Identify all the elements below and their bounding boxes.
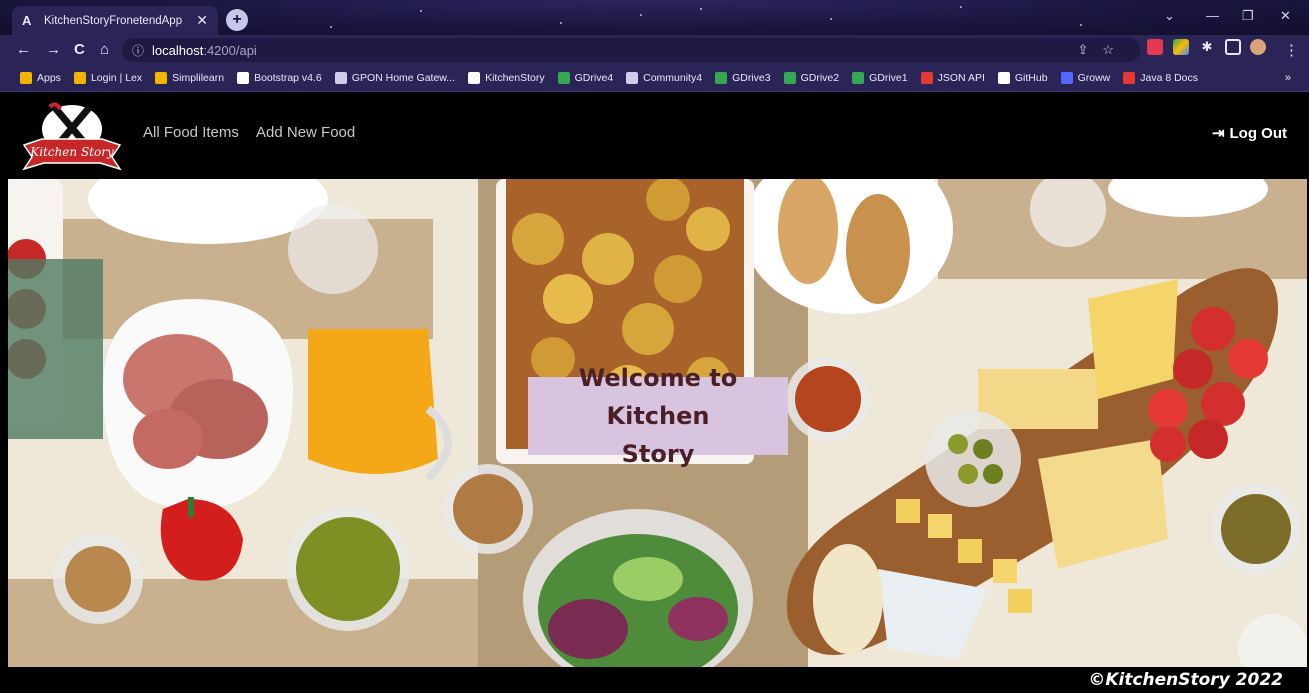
- bookmark-label: Login | Lex: [90, 72, 143, 84]
- url-host: localhost: [152, 42, 204, 58]
- bookmark-label: GDrive3: [732, 72, 771, 84]
- bookmark-item[interactable]: Login | Lex: [73, 72, 143, 84]
- oracle-icon: [1123, 72, 1136, 84]
- app-footer: ©KitchenStory 2022: [0, 667, 1309, 693]
- bookmark-label: Bootstrap v4.6: [254, 72, 322, 84]
- groww-icon: [1060, 72, 1073, 84]
- site-info-icon[interactable]: ⓘ: [132, 42, 144, 59]
- bookmark-item[interactable]: GDrive1: [852, 72, 908, 84]
- bookmark-item[interactable]: Java 8 Docs: [1123, 72, 1198, 84]
- minimize-button[interactable]: —: [1206, 8, 1219, 23]
- bookmark-label: JSON API: [937, 72, 985, 84]
- json-icon: [920, 72, 933, 84]
- extension-drive-icon[interactable]: [1173, 39, 1189, 55]
- bookmark-item[interactable]: GPON Home Gatew...: [334, 72, 456, 84]
- share-and-bookmark-icons[interactable]: ⇪☆: [1077, 42, 1128, 58]
- tab-title: KitchenStoryFronetendApp: [44, 14, 183, 27]
- bookmark-item[interactable]: JSON API: [920, 72, 985, 84]
- nav-add-new-food[interactable]: Add New Food: [256, 124, 355, 141]
- bookmark-label: Groww: [1077, 72, 1111, 84]
- bookmark-label: Community4: [643, 72, 703, 84]
- hero-banner: Welcome to Kitchen Story: [8, 179, 1307, 667]
- bookmark-item[interactable]: GDrive2: [783, 72, 840, 84]
- angular-icon: A: [22, 13, 32, 28]
- forward-arrow-icon[interactable]: →: [46, 41, 61, 58]
- bookmark-label: GitHub: [1014, 72, 1048, 84]
- bookmark-item[interactable]: Groww: [1060, 72, 1111, 84]
- github-icon: [997, 72, 1010, 84]
- bookmark-item[interactable]: GDrive4: [557, 72, 614, 84]
- tab-search-icon[interactable]: ⌄: [1164, 8, 1175, 24]
- address-bar[interactable]: ⓘ localhost :4200/api ⇪☆: [122, 38, 1140, 62]
- logout-button[interactable]: ⇥ Log Out: [1211, 124, 1287, 143]
- bookmark-label: KitchenStory: [485, 72, 545, 84]
- reload-icon[interactable]: C: [74, 41, 85, 58]
- bookmark-item[interactable]: KitchenStory: [468, 72, 545, 84]
- kitchen-story-logo[interactable]: Kitchen Story: [20, 99, 124, 173]
- logout-label: Log Out: [1229, 124, 1287, 142]
- bookmark-label: GDrive1: [869, 72, 908, 84]
- browser-tab-strip: A KitchenStoryFronetendApp ✕ + ⌄ — ❐ ✕: [0, 0, 1309, 35]
- lex-icon: [73, 72, 86, 84]
- browser-menu-icon[interactable]: ⋮: [1284, 41, 1299, 59]
- logo-text: Kitchen Story: [29, 145, 114, 159]
- welcome-title-line2: Story: [621, 440, 695, 468]
- bookmark-label: GDrive4: [574, 72, 614, 84]
- maximize-button[interactable]: ❐: [1242, 8, 1254, 24]
- bookmark-item[interactable]: Community4: [626, 72, 702, 84]
- copyright-text: ©KitchenStory 2022: [1088, 670, 1283, 690]
- nav-all-food-items[interactable]: All Food Items: [143, 124, 239, 141]
- home-icon[interactable]: ⌂: [100, 41, 109, 58]
- new-tab-button[interactable]: +: [226, 9, 248, 31]
- more-bookmarks-button[interactable]: »: [1285, 72, 1291, 84]
- app-navbar: Kitchen Story All Food Items Add New Foo…: [0, 92, 1309, 179]
- welcome-title-line1: Welcome to Kitchen: [578, 364, 738, 430]
- bookmark-item[interactable]: Apps: [20, 72, 61, 84]
- gdrive-icon: [557, 72, 570, 84]
- bookmarks-bar: Apps Login | Lex Simplilearn Bootstrap v4.6…: [0, 65, 1309, 92]
- back-arrow-icon[interactable]: ←: [16, 41, 31, 58]
- simplilearn-icon: [155, 72, 168, 84]
- extension-pocket-icon[interactable]: [1147, 39, 1163, 55]
- bookmark-label: Java 8 Docs: [1140, 72, 1199, 84]
- bookmark-item[interactable]: Simplilearn: [155, 72, 224, 84]
- apps-grid-icon: [20, 72, 32, 84]
- gdrive-icon: [783, 72, 796, 84]
- welcome-banner: Welcome to Kitchen Story: [528, 364, 788, 468]
- bookmark-label: GPON Home Gatew...: [351, 72, 456, 84]
- profile-avatar[interactable]: [1250, 39, 1266, 55]
- bootstrap-icon: [237, 72, 250, 84]
- bookmark-label: GDrive2: [800, 72, 840, 84]
- angular-icon: [468, 72, 481, 84]
- globe-icon: [626, 72, 639, 84]
- logout-icon: ⇥: [1211, 125, 1225, 142]
- bookmark-item[interactable]: GDrive3: [715, 72, 771, 84]
- extensions-puzzle-icon[interactable]: ✱: [1199, 39, 1215, 55]
- close-window-button[interactable]: ✕: [1280, 8, 1291, 24]
- gdrive-icon: [852, 72, 865, 84]
- side-panel-icon[interactable]: [1225, 39, 1241, 55]
- url-path: :4200/api: [203, 42, 257, 58]
- bookmark-label: Simplilearn: [172, 72, 225, 84]
- browser-tab[interactable]: A KitchenStoryFronetendApp ✕: [12, 6, 218, 35]
- globe-icon: [334, 72, 347, 84]
- bookmark-item[interactable]: GitHub: [997, 72, 1048, 84]
- bookmark-label: Apps: [37, 72, 61, 84]
- gdrive-icon: [715, 72, 728, 84]
- bookmark-item[interactable]: Bootstrap v4.6: [237, 72, 322, 84]
- browser-toolbar: ← → C ⌂ ⓘ localhost :4200/api ⇪☆ ✱ ⋮: [0, 35, 1309, 65]
- close-tab-icon[interactable]: ✕: [196, 12, 208, 29]
